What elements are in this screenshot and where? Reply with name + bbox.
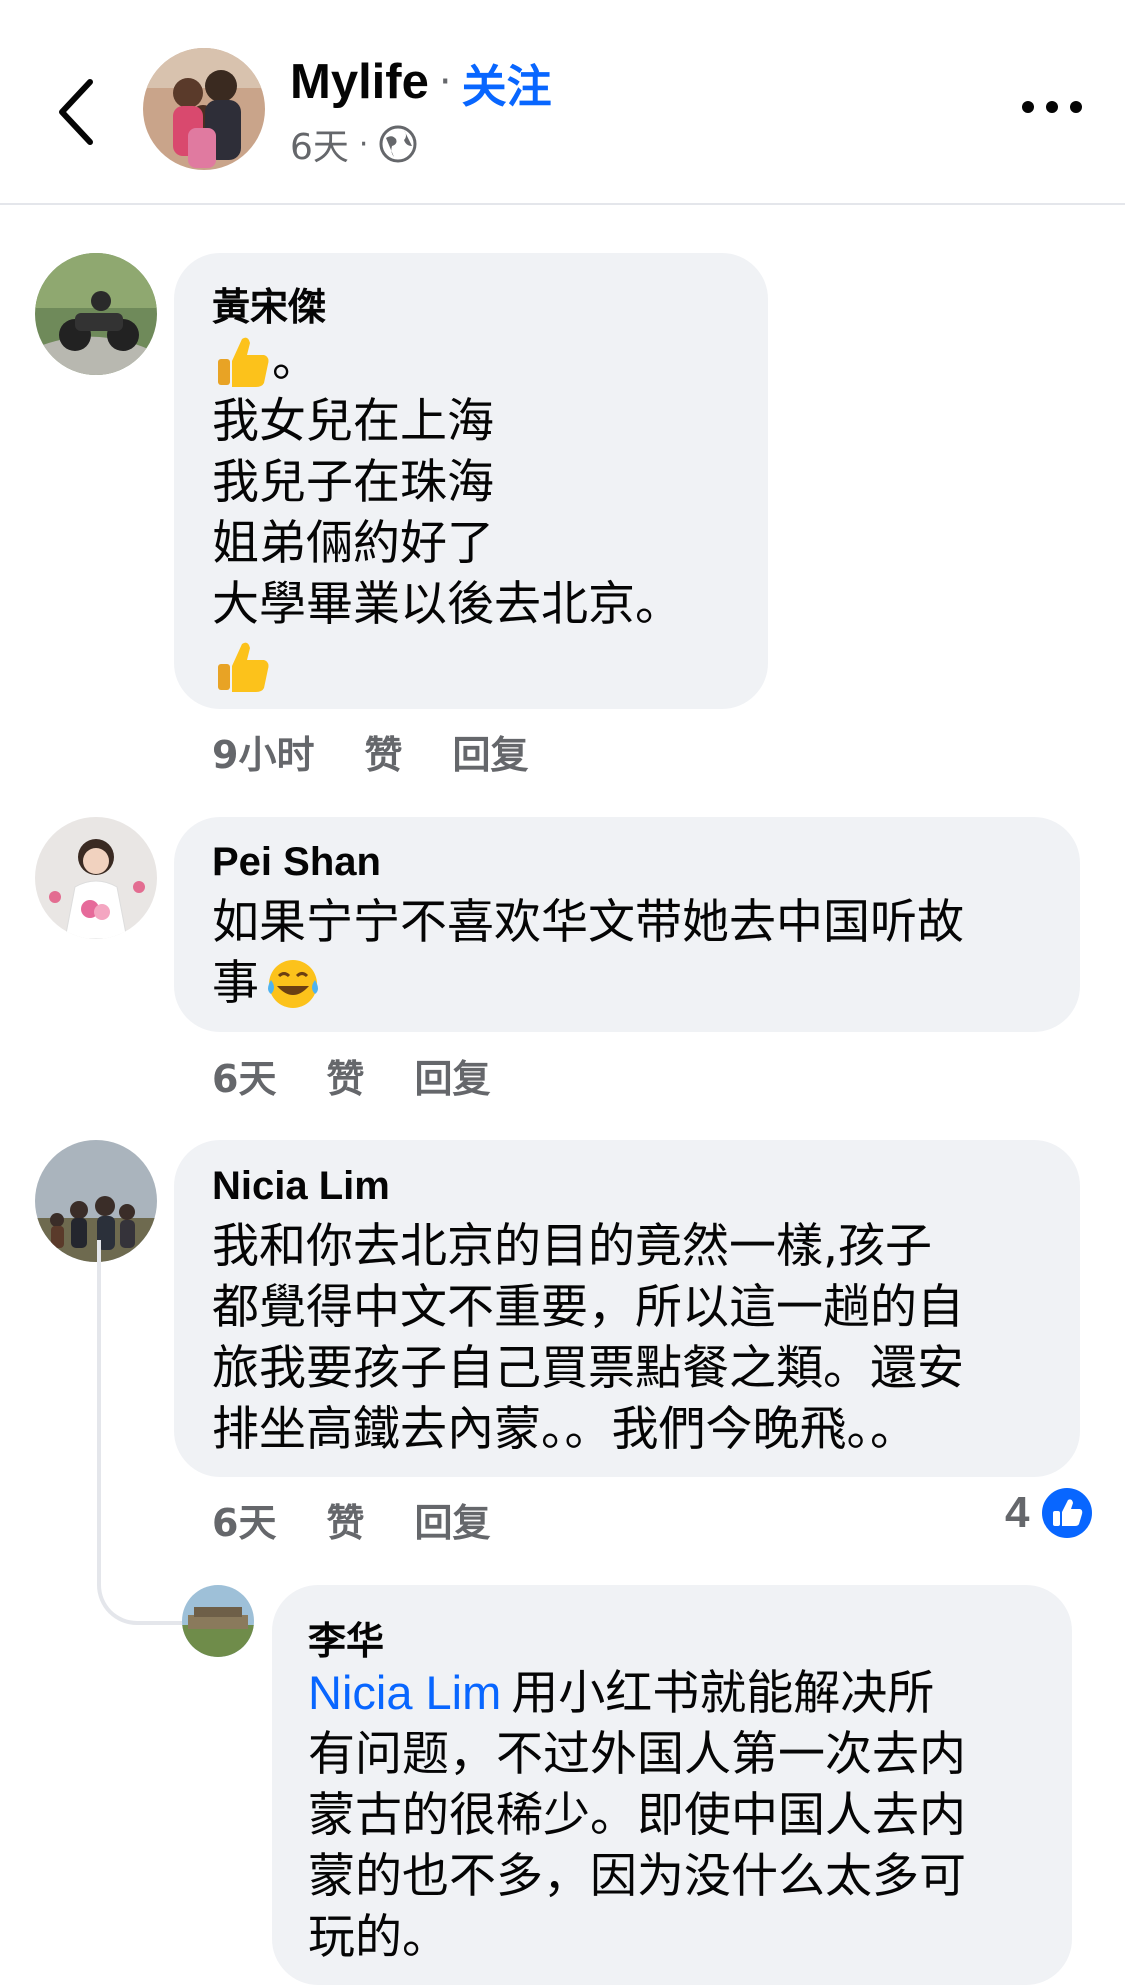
avatar[interactable] (35, 1140, 157, 1262)
comment-author[interactable]: 黃宋傑 (212, 276, 326, 331)
header-title-row: Mylife · 关注 (290, 50, 552, 115)
comment-actions: 6天 赞 回复 (212, 1492, 490, 1547)
reply-button[interactable]: 回复 (452, 724, 528, 779)
comment-line: 我女兒在上海 (212, 394, 494, 449)
thread-connector (97, 1540, 187, 1625)
comment-line: 姐弟倆約好了 (212, 516, 494, 571)
post-header: Mylife · 关注 6天 · (0, 0, 1125, 205)
avatar[interactable] (182, 1585, 254, 1657)
mention-link[interactable]: Nicia Lim (308, 1666, 501, 1719)
comment-text: 我和你去北京的目的竟然一樣,孩子 都覺得中文不重要，所以這一趟的自 旅我要孩子自… (212, 1216, 964, 1460)
thread-line (97, 1240, 101, 1565)
reply-line: 玩的。 (308, 1910, 449, 1965)
comment-time[interactable]: 9小时 (212, 724, 314, 779)
avatar[interactable] (35, 253, 157, 375)
comment-line: 我和你去北京的目的竟然一樣,孩子 (212, 1219, 932, 1274)
reply-line: 有问题，不过外国人第一次去内 (308, 1727, 966, 1782)
reply-author[interactable]: 李华 (308, 1610, 384, 1665)
globe-icon (379, 125, 417, 163)
comment-text: 。 我女兒在上海 我兒子在珠海 姐弟倆約好了 大學畢業以後去北京。 (212, 330, 682, 696)
reply-button[interactable]: 回复 (414, 1492, 490, 1547)
comment-line: 。 (272, 333, 319, 388)
comment-author[interactable]: Nicia Lim (212, 1164, 390, 1209)
like-button[interactable]: 赞 (326, 1492, 364, 1547)
reaction-count: 4 (1005, 1488, 1030, 1537)
comment-actions: 6天 赞 回复 (212, 1048, 490, 1103)
avatar[interactable] (35, 817, 157, 939)
like-button[interactable]: 赞 (364, 724, 402, 779)
post-time[interactable]: 6天 (290, 118, 349, 170)
more-options-icon[interactable] (1022, 92, 1082, 122)
comment-line: 大學畢業以後去北京。 (212, 577, 682, 632)
thumbs-up-emoji-icon (218, 337, 269, 387)
comment-time[interactable]: 6天 (212, 1048, 276, 1103)
comment-actions: 9小时 赞 回复 (212, 724, 528, 779)
comment-line: 如果宁宁不喜欢华文带她去中国听故 (212, 895, 964, 950)
follow-button[interactable]: 关注 (462, 50, 552, 115)
comment-time[interactable]: 6天 (212, 1492, 276, 1547)
comment-text: 如果宁宁不喜欢华文带她去中国听故 事 (212, 892, 964, 1014)
thumbs-up-emoji-icon (218, 642, 269, 692)
back-arrow-icon[interactable] (50, 72, 110, 152)
reply-text: Nicia Lim 用小红书就能解决所 有问题，不过外国人第一次去内 蒙古的很稀少… (308, 1662, 966, 1968)
like-button[interactable]: 赞 (326, 1048, 364, 1103)
comment-line: 排坐高鐵去內蒙。。我們今晚飛。。 (212, 1402, 917, 1457)
comment-line: 我兒子在珠海 (212, 455, 494, 510)
comment-line: 旅我要孩子自己買票點餐之類。還安 (212, 1341, 964, 1396)
reply-button[interactable]: 回复 (414, 1048, 490, 1103)
comment-line: 事 (212, 956, 259, 1011)
reaction-summary[interactable]: 4 (1005, 1487, 1093, 1539)
laughing-tears-emoji-icon (268, 959, 318, 1008)
reply-line: 蒙古的很稀少。即使中国人去内 (308, 1788, 966, 1843)
meta-separator: · (358, 126, 369, 162)
comment-line: 都覺得中文不重要，所以這一趟的自 (212, 1280, 964, 1335)
header-meta-row: 6天 · (290, 118, 418, 170)
like-reaction-icon (1042, 1488, 1093, 1538)
comment-author[interactable]: Pei Shan (212, 840, 381, 885)
page-avatar[interactable] (143, 48, 265, 170)
title-separator: · (438, 59, 452, 105)
reply-line: 用小红书就能解决所 (511, 1666, 935, 1721)
page-name[interactable]: Mylife (290, 54, 429, 110)
reply-line: 蒙的也不多，因为没什么太多可 (308, 1849, 966, 1904)
